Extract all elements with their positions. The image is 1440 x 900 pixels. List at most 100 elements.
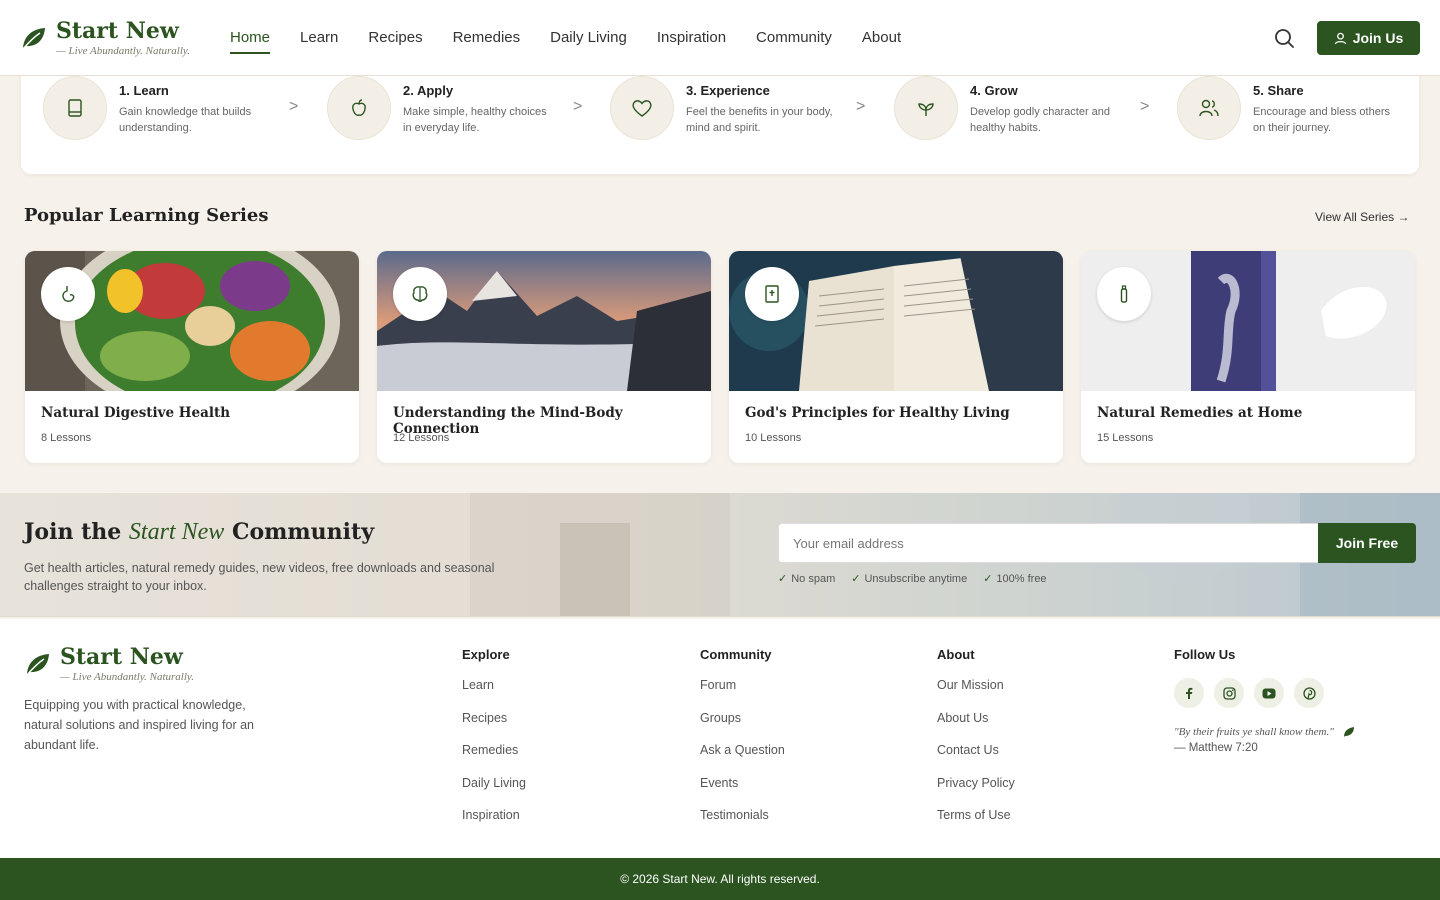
footer-link[interactable]: Contact Us [937,743,1015,776]
nav-home[interactable]: Home [230,21,271,54]
sprout-icon [918,103,934,116]
site-header: Start New — Live Abundantly. Naturally. … [0,0,1440,76]
footer-link[interactable]: About Us [937,711,1015,744]
card-icon-badge [393,267,447,321]
footer-link[interactable]: Daily Living [462,776,526,809]
step-experience[interactable]: 3. Experience Feel the benefits in your … [610,76,836,140]
footer-link[interactable]: Groups [700,711,785,744]
footer-quote: "By their fruits ye shall know them." [1174,726,1355,738]
footer-link[interactable]: Inspiration [462,808,526,841]
footer-link[interactable]: Privacy Policy [937,776,1015,809]
nav-inspiration[interactable]: Inspiration [657,21,726,54]
journey-steps: 1. Learn Gain knowledge that builds unde… [21,60,1419,174]
newsletter-section: Join the Start New Community Get health … [0,493,1440,617]
card-lessons: 15 Lessons [1097,432,1154,444]
nav-learn[interactable]: Learn [300,21,338,54]
check-icon: ✓ [851,573,861,585]
nav-recipes[interactable]: Recipes [368,21,422,54]
newsletter-title-suffix: Community [231,519,374,545]
benefit-label: No spam [791,572,836,585]
step-share[interactable]: 5. Share Encourage and bless others on t… [1177,76,1403,140]
nav-about[interactable]: About [862,21,901,54]
brand-logo[interactable]: Start New — Live Abundantly. Naturally. [20,19,230,57]
series-card-digestive[interactable]: Natural Digestive Health 8 Lessons [25,251,359,463]
bible-icon [765,285,779,303]
leaf-logo-icon [26,654,49,676]
leaf-icon [1343,727,1354,738]
footer-col-title: Follow Us [1174,647,1236,662]
book-icon [68,99,82,117]
site-footer: Start New — Live Abundantly. Naturally. … [0,619,1440,858]
step-desc: Feel the benefits in your body, mind and… [686,106,833,134]
brand-name: Start New [60,644,183,670]
footer-col-title: Community [700,647,772,662]
users-icon [1199,99,1219,117]
step-icon-wrap [327,76,391,140]
copyright-bar: © 2026 Start New. All rights reserved. [0,858,1440,900]
view-all-series-link[interactable]: View All Series → [1315,210,1409,224]
footer-link[interactable]: Remedies [462,743,526,776]
step-learn[interactable]: 1. Learn Gain knowledge that builds unde… [43,76,269,140]
footer-link[interactable]: Terms of Use [937,808,1015,841]
footer-col-explore: Explore Learn Recipes Remedies Daily Liv… [462,647,526,841]
footer-link[interactable]: Learn [462,678,526,711]
step-icon-wrap [610,76,674,140]
newsletter-title-prefix: Join the [24,519,122,545]
step-title: 4. Grow [970,83,1018,98]
step-separator: > [289,98,299,115]
facebook-icon[interactable] [1174,678,1204,708]
copyright-text: © 2026 Start New. All rights reserved. [620,872,820,886]
youtube-icon[interactable] [1254,678,1284,708]
card-icon-badge [745,267,799,321]
instagram-icon[interactable] [1214,678,1244,708]
benefit-label: Unsubscribe anytime [864,572,968,585]
footer-link[interactable]: Events [700,776,785,809]
join-free-button[interactable]: Join Free [1318,523,1416,563]
footer-link[interactable]: Ask a Question [700,743,785,776]
benefit-item: ✓ 100% free [983,572,1046,586]
step-separator: > [1140,98,1150,115]
nav-daily-living[interactable]: Daily Living [550,21,627,54]
step-desc: Make simple, healthy choices in everyday… [403,106,547,134]
newsletter-description: Get health articles, natural remedy guid… [24,561,495,593]
nav-community[interactable]: Community [756,21,832,54]
nav-remedies[interactable]: Remedies [453,21,521,54]
newsletter-title-script: Start New [128,519,225,545]
step-apply[interactable]: 2. Apply Make simple, healthy choices in… [327,76,553,140]
footer-col-title: Explore [462,647,510,662]
footer-description: Equipping you with practical knowledge, … [24,698,254,752]
quote-reference: — Matthew 7:20 [1174,742,1258,755]
pinterest-icon[interactable] [1294,678,1324,708]
email-field[interactable] [778,523,1318,563]
footer-col-follow: Follow Us "By their fruits ye shall know… [1174,647,1355,754]
card-lessons: 8 Lessons [41,432,92,444]
footer-link[interactable]: Our Mission [937,678,1015,711]
card-title: God's Principles for Healthy Living [745,405,1010,421]
footer-link[interactable]: Recipes [462,711,526,744]
step-grow[interactable]: 4. Grow Develop godly character and heal… [894,76,1120,140]
footer-logo[interactable]: Start New — Live Abundantly. Naturally. [24,645,194,683]
footer-col-about: About Our Mission About Us Contact Us Pr… [937,647,1015,841]
bottle-icon [1120,285,1128,303]
join-us-button[interactable]: Join Us [1317,21,1420,55]
step-icon-wrap [43,76,107,140]
search-icon[interactable] [1272,26,1298,52]
brain-icon [412,286,428,302]
card-icon-badge [41,267,95,321]
join-us-label: Join Us [1352,30,1404,46]
step-desc: Encourage and bless others on their jour… [1253,106,1390,134]
quote-text: "By their fruits ye shall know them." [1174,726,1334,738]
benefit-item: ✓ No spam [778,572,836,586]
step-title: 2. Apply [403,83,454,98]
series-section-title: Popular Learning Series [24,205,269,226]
series-card-gods-principles[interactable]: God's Principles for Healthy Living 10 L… [729,251,1063,463]
brand-name: Start New [56,17,179,44]
series-card-mind-body[interactable]: Understanding the Mind-Body Connection 1… [377,251,711,463]
footer-link[interactable]: Forum [700,678,785,711]
brand-tagline: — Live Abundantly. Naturally. [56,44,190,57]
step-separator: > [856,98,866,115]
step-title: 1. Learn [119,83,169,98]
card-lessons: 12 Lessons [393,432,450,444]
footer-link[interactable]: Testimonials [700,808,785,841]
series-card-natural-remedies[interactable]: Natural Remedies at Home 15 Lessons [1081,251,1415,463]
